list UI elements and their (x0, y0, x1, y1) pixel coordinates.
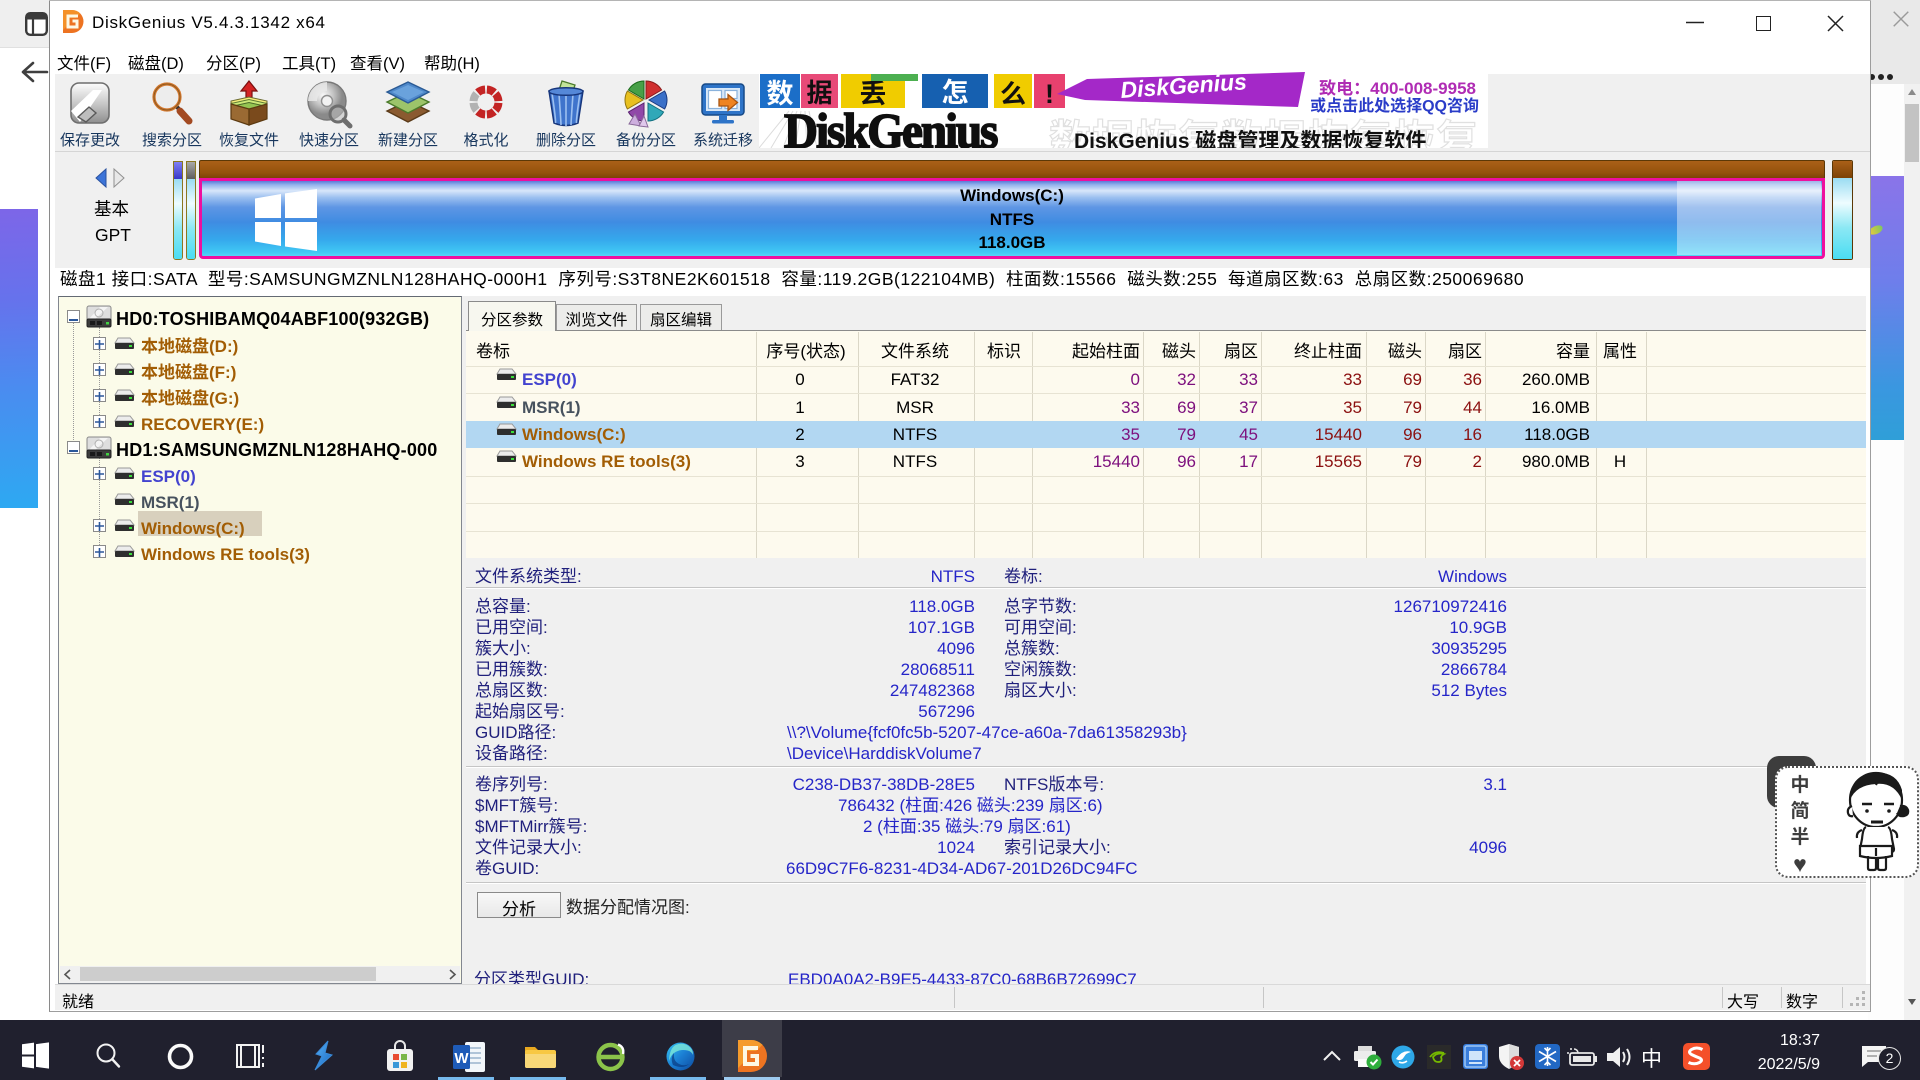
svg-text:W: W (454, 1050, 469, 1067)
